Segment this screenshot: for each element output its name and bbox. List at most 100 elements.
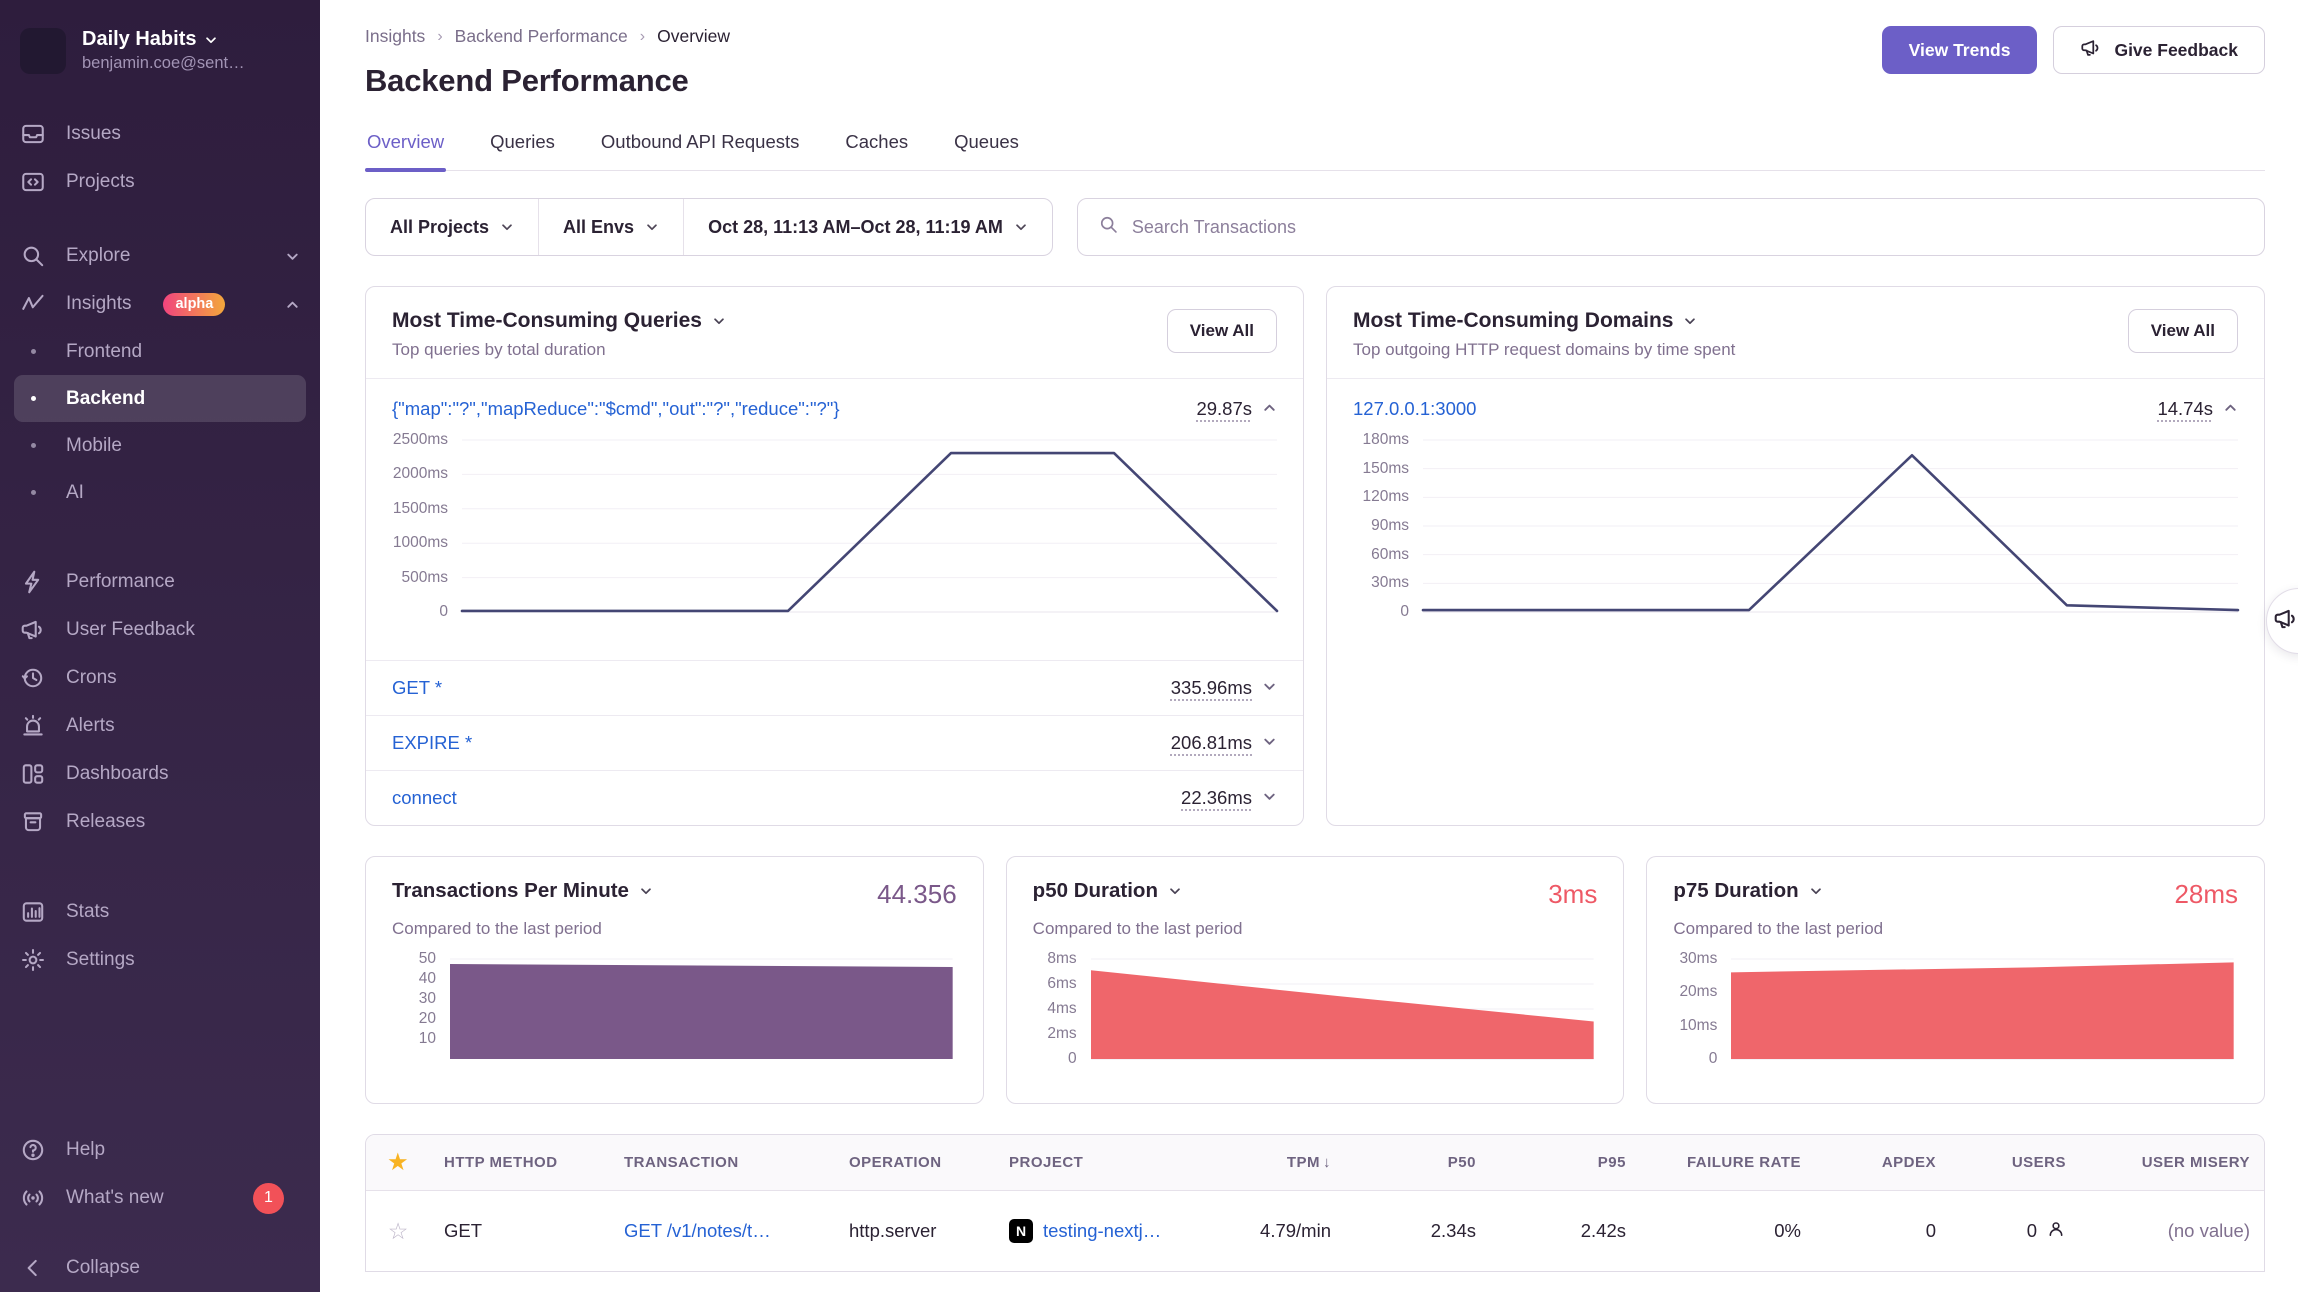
axis-tick-label: 20: [419, 1010, 436, 1028]
sidebar-item-mobile[interactable]: Mobile: [0, 422, 320, 469]
chevron-down-icon[interactable]: [1262, 732, 1277, 754]
column-header-failure-rate[interactable]: Failure Rate: [1640, 1154, 1815, 1171]
column-header-transaction[interactable]: Transaction: [610, 1154, 835, 1171]
sidebar-item-stats[interactable]: Stats: [0, 888, 320, 936]
tab-outbound-api-requests[interactable]: Outbound API Requests: [599, 123, 802, 170]
search-transactions-input[interactable]: [1132, 217, 2244, 238]
chevron-up-icon[interactable]: [1262, 398, 1277, 420]
axis-tick-label: 500ms: [401, 569, 448, 587]
sidebar-item-ai[interactable]: AI: [0, 469, 320, 516]
sidebar-item-issues[interactable]: Issues: [0, 110, 320, 158]
org-switcher[interactable]: Daily Habits benjamin.coe@sent…: [0, 20, 320, 84]
column-header-operation[interactable]: Operation: [835, 1154, 995, 1171]
sidebar-item-label: Explore: [66, 245, 130, 267]
column-header-apdex[interactable]: Apdex: [1815, 1154, 1950, 1171]
query-row: connect 22.36ms: [366, 770, 1303, 825]
sidebar-item-help[interactable]: Help: [0, 1126, 320, 1174]
sidebar-item-projects[interactable]: Projects: [0, 158, 320, 206]
domain-link[interactable]: 127.0.0.1:3000: [1353, 398, 1476, 420]
sidebar-item-explore[interactable]: Explore: [0, 232, 320, 280]
chevron-down-icon[interactable]: [1262, 787, 1277, 809]
breadcrumb-insights[interactable]: Insights: [365, 26, 425, 47]
tab-caches[interactable]: Caches: [843, 123, 910, 170]
sidebar-item-alerts[interactable]: Alerts: [0, 702, 320, 750]
give-feedback-button[interactable]: Give Feedback: [2053, 26, 2265, 74]
chevron-down-icon: [285, 249, 300, 264]
domains-panel-title: Most Time-Consuming Domains: [1353, 309, 1673, 333]
sidebar-item-crons[interactable]: Crons: [0, 654, 320, 702]
column-header-tpm[interactable]: TPM↓: [1225, 1154, 1345, 1171]
org-info: Daily Habits benjamin.coe@sent…: [82, 28, 245, 73]
column-header-p50[interactable]: P50: [1345, 1154, 1490, 1171]
view-trends-button[interactable]: View Trends: [1882, 26, 2038, 74]
query-total-duration[interactable]: 29.87s: [1196, 398, 1252, 420]
domain-total-duration[interactable]: 14.74s: [2157, 398, 2213, 420]
sidebar-item-collapse[interactable]: Collapse: [0, 1244, 320, 1292]
chevron-up-icon[interactable]: [2223, 398, 2238, 420]
query-total-duration[interactable]: 206.81ms: [1171, 732, 1252, 754]
sidebar-item-backend[interactable]: Backend: [14, 375, 306, 422]
tab-queues[interactable]: Queues: [952, 123, 1021, 170]
transaction-link[interactable]: GET /v1/notes/t…: [624, 1220, 771, 1241]
tpm-card-title-row[interactable]: Transactions Per Minute: [392, 879, 653, 903]
dashboards-icon: [20, 761, 46, 787]
top-actions: View Trends Give Feedback: [1882, 26, 2265, 74]
axis-tick-label: 2ms: [1047, 1025, 1076, 1043]
breadcrumb-backend-performance[interactable]: Backend Performance: [455, 26, 628, 47]
query-total-duration[interactable]: 22.36ms: [1181, 787, 1252, 809]
sidebar-item-label: Alerts: [66, 715, 115, 737]
sidebar-item-label: Dashboards: [66, 763, 168, 785]
date-range-filter[interactable]: Oct 28, 11:13 AM–Oct 28, 11:19 AM: [683, 199, 1052, 255]
sidebar-item-settings[interactable]: Settings: [0, 936, 320, 984]
queries-panel-title-row[interactable]: Most Time-Consuming Queries: [392, 309, 726, 333]
axis-tick-label: 4ms: [1047, 1000, 1076, 1018]
p50-chart-plot[interactable]: [1091, 959, 1594, 1059]
query-link[interactable]: EXPIRE *: [392, 732, 472, 754]
sidebar-item-label: Collapse: [66, 1257, 140, 1279]
cell-http-method: GET: [430, 1220, 610, 1242]
sidebar-item-dashboards[interactable]: Dashboards: [0, 750, 320, 798]
environment-filter[interactable]: All Envs: [538, 199, 683, 255]
project-link[interactable]: testing-nextj…: [1043, 1220, 1161, 1242]
axis-tick-label: 0: [1709, 1050, 1718, 1068]
domains-featured-row: 127.0.0.1:3000 14.74s: [1327, 379, 2264, 424]
column-header-p95[interactable]: P95: [1490, 1154, 1640, 1171]
tab-overview[interactable]: Overview: [365, 123, 446, 170]
sidebar-item-insights[interactable]: Insightsalpha: [0, 280, 320, 328]
collapse-icon: [20, 1255, 46, 1281]
sidebar-item-performance[interactable]: Performance: [0, 558, 320, 606]
sidebar-item-frontend[interactable]: Frontend: [0, 328, 320, 375]
star-outline-icon[interactable]: ☆: [388, 1218, 409, 1244]
tpm-chart-plot[interactable]: [450, 959, 953, 1059]
p75-card-title-row[interactable]: p75 Duration: [1673, 879, 1822, 903]
query-link[interactable]: GET *: [392, 677, 442, 699]
column-header-favorites[interactable]: ★: [366, 1150, 430, 1175]
query-link[interactable]: {"map":"?","mapReduce":"$cmd","out":"?",…: [392, 398, 840, 420]
tab-queries[interactable]: Queries: [488, 123, 557, 170]
tpm-chart: 5040302010: [392, 959, 957, 1059]
page-title: Backend Performance: [365, 63, 730, 99]
queries-view-all-button[interactable]: View All: [1167, 309, 1277, 353]
queries-chart-plot[interactable]: [462, 440, 1277, 612]
column-header-http-method[interactable]: HTTP Method: [430, 1154, 610, 1171]
date-range-label: Oct 28, 11:13 AM–Oct 28, 11:19 AM: [708, 217, 1003, 238]
sidebar-item-user-feedback[interactable]: User Feedback: [0, 606, 320, 654]
domains-chart-plot[interactable]: [1423, 440, 2238, 612]
column-header-users[interactable]: Users: [1950, 1154, 2080, 1171]
p50-card-title-row[interactable]: p50 Duration: [1033, 879, 1182, 903]
p50-subtitle: Compared to the last period: [1033, 919, 1598, 939]
column-header-user-misery[interactable]: User Misery: [2080, 1154, 2264, 1171]
query-link[interactable]: connect: [392, 787, 457, 809]
domains-view-all-button[interactable]: View All: [2128, 309, 2238, 353]
project-filter[interactable]: All Projects: [366, 199, 538, 255]
column-header-project[interactable]: Project: [995, 1154, 1225, 1171]
p50-chart-yaxis: 8ms6ms4ms2ms0: [1033, 959, 1091, 1059]
domains-panel-title-row[interactable]: Most Time-Consuming Domains: [1353, 309, 1735, 333]
sidebar-item-what-s-new[interactable]: What's new1: [0, 1174, 320, 1222]
query-total-duration[interactable]: 335.96ms: [1171, 677, 1252, 699]
cell-transaction: GET /v1/notes/t…: [610, 1220, 835, 1242]
queries-chart-yaxis: 2500ms2000ms1500ms1000ms500ms0: [378, 440, 462, 612]
chevron-down-icon[interactable]: [1262, 677, 1277, 699]
sidebar-item-releases[interactable]: Releases: [0, 798, 320, 846]
p75-chart-plot[interactable]: [1731, 959, 2234, 1059]
